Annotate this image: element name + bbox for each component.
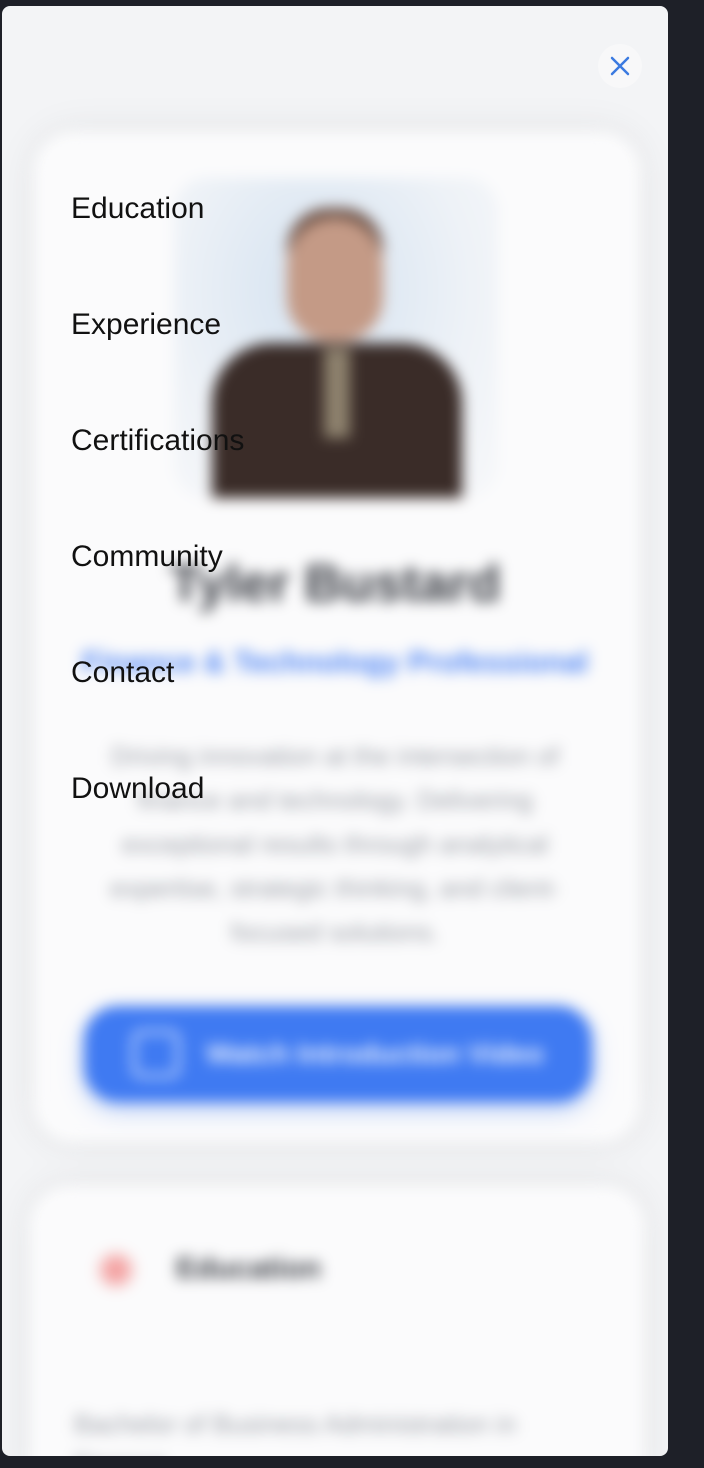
menu-item-community[interactable]: Community [71, 540, 223, 574]
watch-video-button[interactable]: Watch Introduction Video [84, 1006, 592, 1102]
menu-item-education[interactable]: Education [71, 192, 204, 226]
close-menu-button[interactable] [598, 44, 642, 88]
close-icon [610, 56, 630, 76]
menu-item-certifications[interactable]: Certifications [71, 424, 244, 458]
menu-item-experience[interactable]: Experience [71, 308, 221, 342]
watch-video-label: Watch Introduction Video [206, 1038, 544, 1069]
graduation-cap-icon [96, 1250, 136, 1290]
menu-item-contact[interactable]: Contact [71, 656, 174, 690]
play-icon [132, 1030, 181, 1078]
education-heading: Education [176, 1252, 322, 1285]
profile-bio: Driving innovation at the intersection o… [110, 741, 560, 947]
education-degree: Bachelor of Business Administration in F… [74, 1409, 517, 1456]
app-window: Tyler Bustard Finance & Technology Profe… [2, 6, 668, 1456]
menu-item-download[interactable]: Download [71, 772, 204, 806]
